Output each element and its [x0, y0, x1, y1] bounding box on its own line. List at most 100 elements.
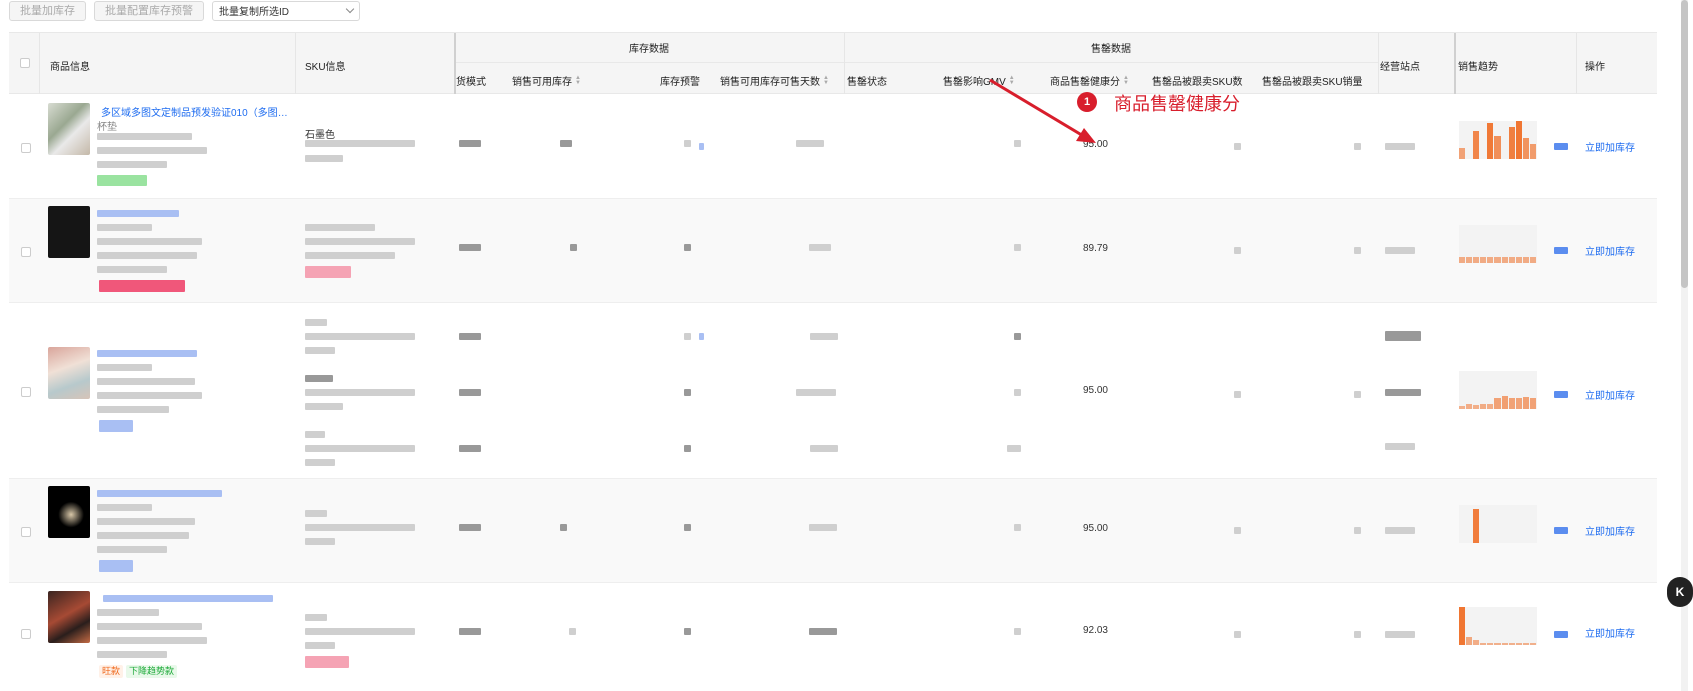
trend-bar — [1501, 257, 1508, 263]
redacted-value — [1354, 143, 1361, 150]
redacted-value — [1385, 527, 1415, 534]
trend-bar — [1494, 136, 1501, 159]
header-sellout-gmv[interactable]: 售罄影响GMV ▲ ▼ — [943, 73, 1015, 89]
health-score-value: 95.00 — [1082, 385, 1108, 396]
redacted-value — [1385, 143, 1415, 150]
redacted-value — [459, 445, 481, 452]
trend-bar — [1508, 126, 1515, 159]
table-row: 多区域多图文定制品预发验证010（多图单... 杯垫 石墨色 95.00 立即加… — [9, 95, 1657, 199]
trend-bar — [1529, 143, 1536, 159]
product-thumbnail[interactable] — [48, 103, 90, 155]
redacted-value — [459, 628, 481, 635]
header-actions: 操作 — [1585, 62, 1605, 73]
health-score-value: 89.79 — [1082, 243, 1108, 254]
redacted-text — [97, 518, 195, 525]
helper-icon[interactable]: K — [1667, 577, 1693, 607]
redacted-value — [796, 140, 824, 147]
sort-icon[interactable]: ▲ ▼ — [575, 75, 581, 86]
sort-icon[interactable]: ▲ ▼ — [823, 75, 829, 86]
table-row: 95.00 立即加库存 — [9, 479, 1657, 583]
redacted-value — [560, 140, 572, 147]
add-stock-link[interactable]: 立即加库存 — [1585, 387, 1635, 402]
redacted-tag — [99, 560, 133, 572]
header-available-stock-label: 销售可用库存 — [512, 77, 572, 88]
redacted-text — [305, 238, 415, 245]
copy-ids-select-label: 批量复制所选ID — [219, 7, 289, 18]
redacted-value — [1385, 389, 1421, 396]
redacted-value — [810, 333, 838, 340]
product-thumbnail[interactable] — [48, 591, 90, 643]
sort-icon[interactable]: ▲ ▼ — [1009, 75, 1015, 86]
trend-bar — [1480, 257, 1487, 263]
select-all-checkbox[interactable] — [20, 58, 30, 68]
trend-bar — [1522, 642, 1529, 645]
redacted-value — [459, 244, 481, 251]
annotation-label: 商品售罄健康分 — [1114, 94, 1240, 115]
trend-bar — [1459, 147, 1466, 159]
redacted-value — [570, 244, 577, 251]
redacted-value — [459, 389, 481, 396]
column-divider — [844, 33, 845, 94]
redacted-value — [1007, 445, 1021, 452]
redacted-text — [97, 378, 195, 385]
redacted-text — [97, 623, 202, 630]
trend-bar — [1466, 404, 1473, 409]
row-checkbox[interactable] — [21, 527, 31, 537]
add-stock-link[interactable]: 立即加库存 — [1585, 139, 1635, 154]
scrollbar-thumb[interactable] — [1681, 0, 1688, 288]
redacted-value — [699, 143, 704, 150]
redacted-value — [459, 524, 481, 531]
add-stock-link[interactable]: 立即加库存 — [1585, 625, 1635, 640]
redacted-value — [1014, 244, 1021, 251]
redacted-value — [1354, 391, 1361, 398]
redacted-title — [103, 595, 273, 602]
product-subtitle: 杯垫 — [97, 122, 117, 133]
header-health-score-label: 商品售罄健康分 — [1050, 77, 1120, 88]
trend-bar — [1480, 403, 1487, 409]
trend-bar — [1529, 397, 1536, 409]
product-thumbnail[interactable] — [48, 347, 90, 399]
health-score-value: 95.00 — [1082, 523, 1108, 534]
batch-config-alert-button[interactable]: 批量配置库存预警 — [94, 0, 204, 21]
redacted-value — [1554, 143, 1568, 150]
redacted-text — [305, 224, 375, 231]
redacted-text — [97, 546, 167, 553]
redacted-text — [305, 252, 395, 259]
product-thumbnail[interactable] — [48, 206, 90, 258]
add-stock-link[interactable]: 立即加库存 — [1585, 243, 1635, 258]
header-available-days[interactable]: 销售可用库存可售天数 ▲ ▼ — [720, 73, 829, 89]
redacted-title — [97, 210, 179, 217]
add-stock-link[interactable]: 立即加库存 — [1585, 523, 1635, 538]
trend-bar — [1487, 642, 1494, 645]
copy-ids-select[interactable]: 批量复制所选ID — [212, 0, 360, 21]
redacted-text — [97, 406, 169, 413]
trend-bar — [1522, 257, 1529, 263]
sort-icon[interactable]: ▲ ▼ — [1123, 75, 1129, 86]
trend-bar — [1487, 257, 1494, 263]
redacted-tag — [99, 420, 133, 432]
row-checkbox[interactable] — [21, 247, 31, 257]
batch-add-stock-button[interactable]: 批量加库存 — [9, 0, 86, 21]
trend-bar — [1529, 257, 1536, 263]
redacted-tag — [99, 280, 185, 292]
row-checkbox[interactable] — [21, 629, 31, 639]
header-available-stock[interactable]: 销售可用库存 ▲ ▼ — [512, 73, 581, 89]
trend-bar — [1466, 257, 1473, 263]
trend-bar — [1473, 640, 1480, 645]
redacted-text — [305, 140, 415, 147]
table-header: 商品信息 SKU信息 库存数据 售罄数据 货模式 销售可用库存 ▲ ▼ 库存预警 销… — [9, 33, 1657, 94]
row-checkbox[interactable] — [21, 143, 31, 153]
trend-bar — [1459, 607, 1466, 645]
header-select-all[interactable] — [20, 58, 30, 68]
row-checkbox[interactable] — [21, 387, 31, 397]
product-thumbnail[interactable] — [48, 486, 90, 538]
sales-trend-chart — [1459, 505, 1537, 543]
redacted-text — [97, 651, 167, 658]
redacted-text — [305, 445, 415, 452]
product-title-link[interactable]: 多区域多图文定制品预发验证010（多图单... — [101, 104, 291, 119]
redacted-value — [1554, 247, 1568, 254]
redacted-text — [97, 161, 167, 168]
header-health-score[interactable]: 商品售罄健康分 ▲ ▼ — [1050, 73, 1129, 89]
trend-bar — [1494, 642, 1501, 645]
table-row: 89.79 立即加库存 — [9, 199, 1657, 303]
